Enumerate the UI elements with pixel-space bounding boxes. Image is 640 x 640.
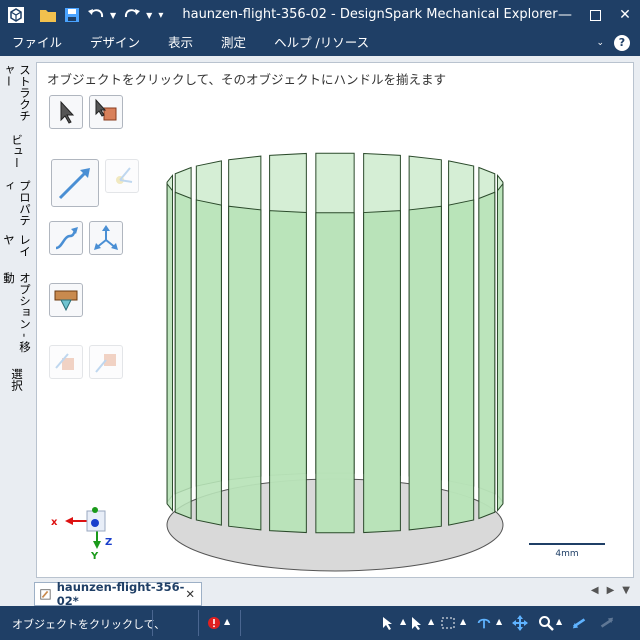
menu-view[interactable]: 表示 <box>156 30 209 56</box>
window-controls: — ✕ <box>550 0 640 30</box>
cursor-select-dropdown-icon[interactable]: ▲ <box>428 617 434 626</box>
cylinder-slat[interactable] <box>195 199 222 526</box>
tab-options-move[interactable]: オプション - 移動 <box>2 268 32 365</box>
document-tab-close-icon[interactable]: ✕ <box>185 587 195 601</box>
model-canvas <box>166 152 504 572</box>
box-select-icon[interactable] <box>440 615 456 631</box>
cylinder-slat[interactable] <box>408 205 442 531</box>
tab-select[interactable]: 選択 <box>6 364 28 396</box>
tab-prev-icon[interactable]: ◀ <box>591 585 599 596</box>
menu-design[interactable]: デザイン <box>78 30 156 56</box>
status-text: オブジェクトをクリックして、 <box>12 618 166 631</box>
menu-file[interactable]: ファイル <box>0 30 78 56</box>
next-view-icon[interactable] <box>598 615 614 631</box>
status-separator <box>198 610 199 636</box>
cylinder-slat[interactable] <box>228 205 262 531</box>
status-bar: オブジェクトをクリックして、 ▲ ▲ ▲ ▲ ▲ ▲ <box>0 606 640 640</box>
scale-bar: 4mm <box>529 543 605 559</box>
tab-list-icon[interactable]: ▼ <box>622 585 630 596</box>
select-spin-icon[interactable] <box>380 615 396 631</box>
zoom-dropdown-icon[interactable]: ▲ <box>556 617 562 626</box>
pan-icon[interactable] <box>512 615 528 631</box>
select-spin-dropdown-icon[interactable]: ▲ <box>400 617 406 626</box>
cylinder-slat[interactable] <box>363 210 401 534</box>
cursor-select-icon[interactable] <box>408 615 424 631</box>
scale-bar-label: 4mm <box>555 549 579 559</box>
ribbon-expand-icon[interactable]: ⌄ <box>596 38 604 48</box>
side-tab-strip: ストラクチャー ビュー プロパティ レイヤ オプション - 移動 選択 <box>2 60 32 580</box>
axis-x-label: x <box>51 517 58 528</box>
menu-bar: ファイル デザイン 表示 測定 ヘルプ /リソース ⌄ ? <box>0 30 640 56</box>
cylinder-slat[interactable] <box>478 191 496 520</box>
tab-view[interactable]: ビュー <box>6 130 28 177</box>
document-icon <box>40 589 51 600</box>
close-icon[interactable]: ✕ <box>610 0 640 30</box>
cylinder-slat[interactable] <box>174 191 192 520</box>
zoom-icon[interactable] <box>538 615 554 631</box>
tab-nav: ◀ ▶ ▼ <box>591 585 630 596</box>
tab-structure[interactable]: ストラクチャー <box>2 60 32 131</box>
cylinder-slat[interactable] <box>166 182 174 513</box>
title-bar: ▼ ▼ ▾ haunzen-flight-356-02 - DesignSpar… <box>0 0 640 30</box>
tab-properties[interactable]: プロパティ <box>2 176 32 231</box>
view-orient-icon[interactable] <box>476 615 492 631</box>
help-icon[interactable]: ? <box>614 35 630 51</box>
status-separator <box>152 610 153 636</box>
scale-bar-line <box>529 543 605 545</box>
axis-triad: x Y Z <box>51 507 112 562</box>
cylinder-slat[interactable] <box>315 212 355 534</box>
previous-view-icon[interactable] <box>572 615 588 631</box>
document-tab-strip: haunzen-flight-356-02* ✕ ◀ ▶ ▼ <box>0 580 640 608</box>
tab-next-icon[interactable]: ▶ <box>607 585 615 596</box>
document-tab-label: haunzen-flight-356-02* <box>56 580 185 608</box>
error-dropdown-icon[interactable]: ▲ <box>224 617 230 626</box>
cylinder-slat[interactable] <box>448 199 475 526</box>
cylinder-slat[interactable] <box>269 210 307 534</box>
status-separator <box>240 610 241 636</box>
menu-help-resources[interactable]: ヘルプ /リソース <box>262 30 385 56</box>
window-title: haunzen-flight-356-02 - DesignSpark Mech… <box>182 7 558 22</box>
design-viewport[interactable]: オブジェクトをクリックして、そのオブジェクトにハンドルを揃えます x Y Z 4… <box>36 62 634 578</box>
cylinder-slat[interactable] <box>496 182 504 513</box>
error-icon[interactable] <box>206 615 222 631</box>
maximize-icon[interactable] <box>580 0 610 30</box>
view-orient-dropdown-icon[interactable]: ▲ <box>496 617 502 626</box>
box-select-dropdown-icon[interactable]: ▲ <box>460 617 466 626</box>
tab-layers[interactable]: レイヤ <box>2 230 32 269</box>
axis-z-label: Z <box>105 537 112 548</box>
document-tab[interactable]: haunzen-flight-356-02* ✕ <box>34 580 202 608</box>
axis-y-label: Y <box>90 551 99 562</box>
minimize-icon[interactable]: — <box>550 0 580 30</box>
menu-measure[interactable]: 測定 <box>209 30 262 56</box>
cylinder-slats[interactable] <box>166 152 504 534</box>
